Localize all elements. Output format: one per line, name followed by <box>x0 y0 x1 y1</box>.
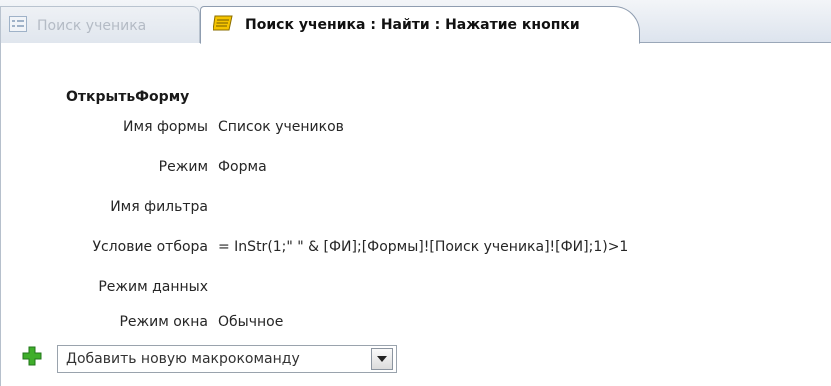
macro-action-name: ОткрытьФорму <box>66 89 190 105</box>
arg-value-view[interactable]: Форма <box>218 159 267 175</box>
tab-search-student-macro[interactable]: Поиск ученика : Найти : Нажатие кнопки <box>200 6 640 44</box>
add-new-action-text: Добавить новую макрокоманду <box>66 351 300 367</box>
tab-label: Поиск ученика : Найти : Нажатие кнопки <box>245 17 580 33</box>
chevron-down-icon <box>377 356 387 362</box>
add-new-action-select[interactable]: Добавить новую макрокоманду <box>57 345 397 373</box>
arg-label-data-mode: Режим данных <box>98 279 208 295</box>
tab-search-student-form[interactable]: Поиск ученика <box>0 6 200 44</box>
tab-label: Поиск ученика <box>37 17 147 34</box>
dropdown-button[interactable] <box>371 348 393 370</box>
arg-value-form-name[interactable]: Список учеников <box>218 119 344 135</box>
add-plus-icon[interactable] <box>22 346 42 370</box>
macro-designer: ОткрытьФорму Имя формы Список учеников Р… <box>0 43 831 386</box>
arg-label-form-name: Имя формы <box>123 119 208 135</box>
macro-icon <box>212 14 235 36</box>
arg-value-where-condition[interactable]: = InStr(1;" " & [ФИ];[Формы]![Поиск учен… <box>218 239 628 255</box>
arg-label-filter-name: Имя фильтра <box>110 199 208 215</box>
form-icon <box>9 15 27 36</box>
document-tab-bar: Поиск ученика Поиск ученика : Найти : На… <box>0 0 831 44</box>
arg-label-window-mode: Режим окна <box>119 314 208 330</box>
arg-label-where-condition: Условие отбора <box>92 239 208 255</box>
arg-value-window-mode[interactable]: Обычное <box>218 314 283 330</box>
arg-label-view: Режим <box>158 159 208 175</box>
